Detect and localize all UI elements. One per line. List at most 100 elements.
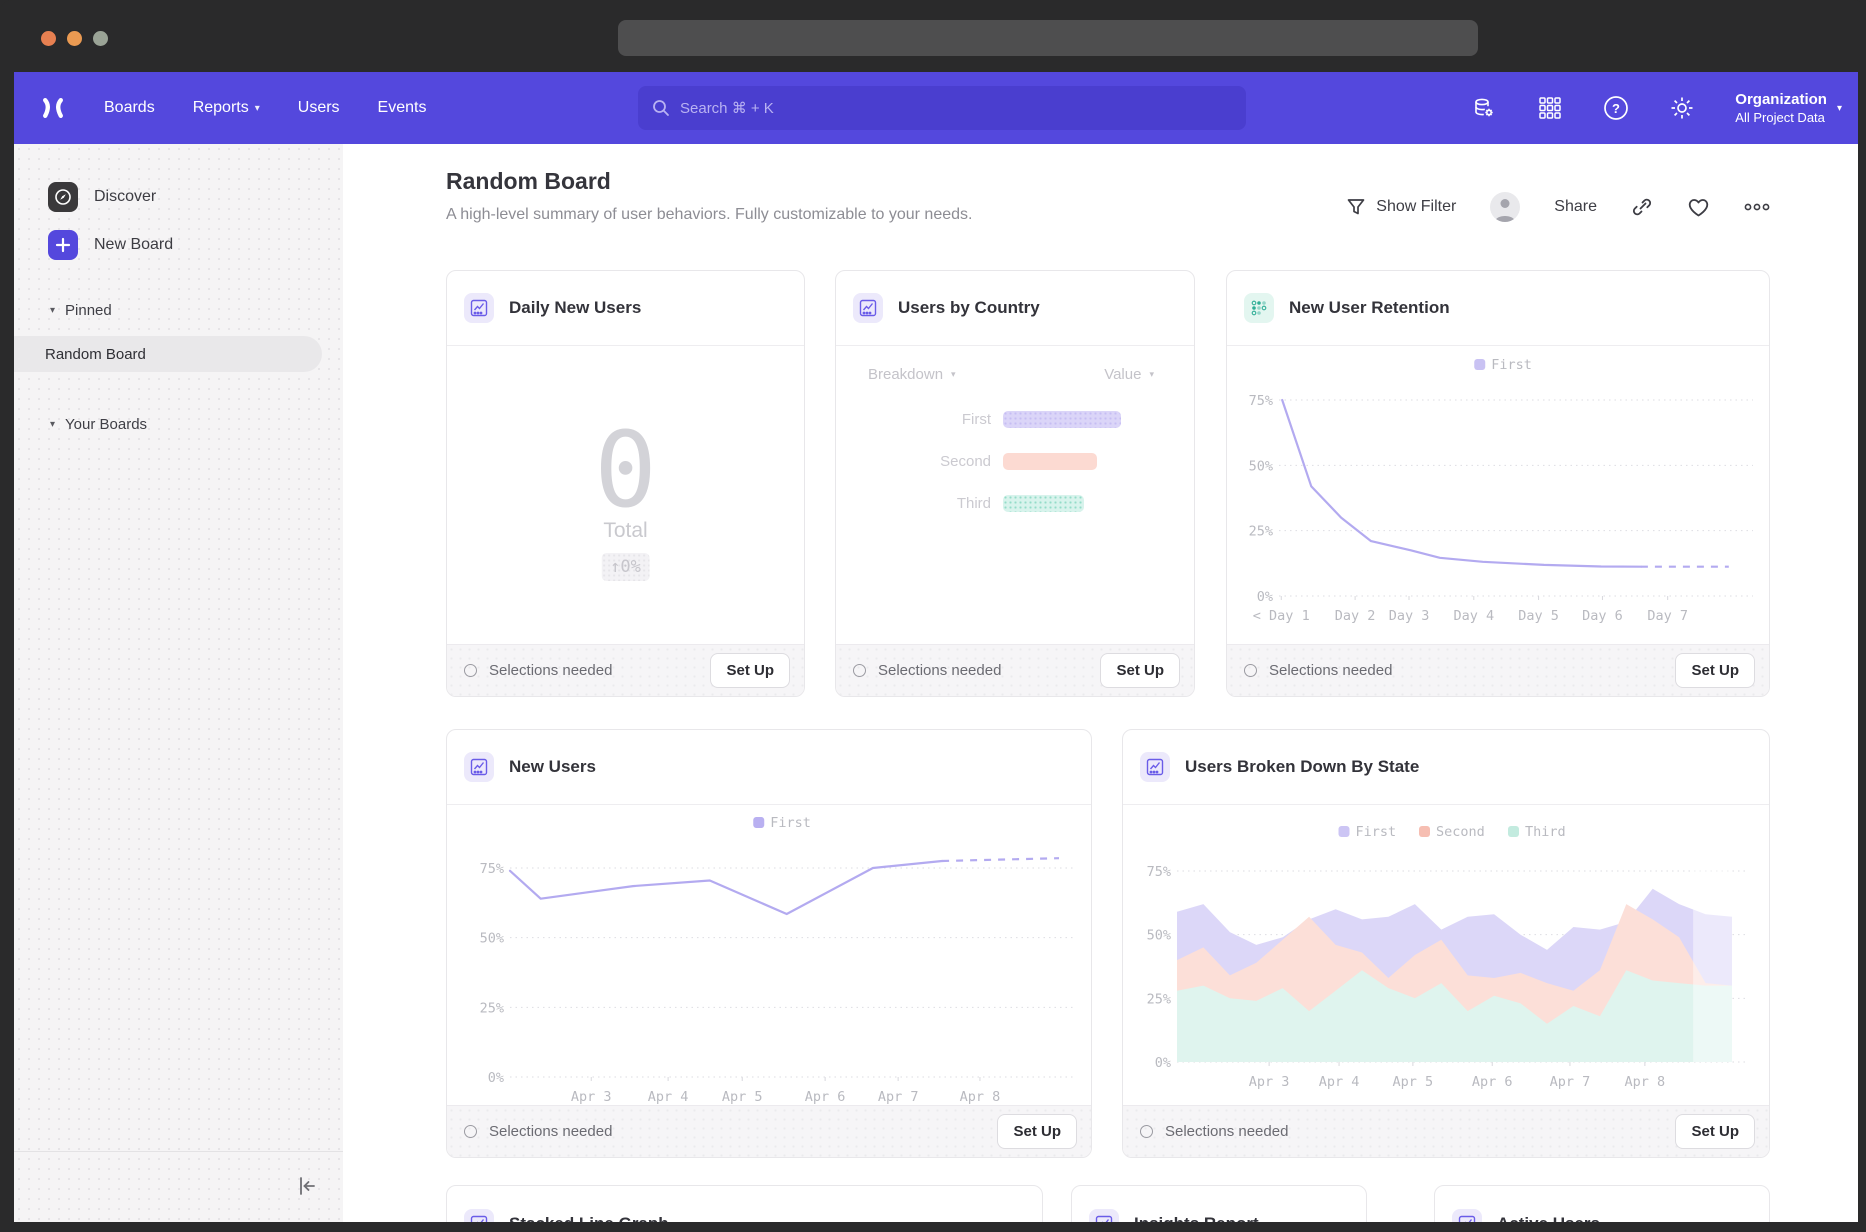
- heart-icon: [1687, 197, 1710, 218]
- copy-link-button[interactable]: [1631, 196, 1653, 218]
- metric-label: Total: [447, 519, 804, 543]
- svg-text:Apr 7: Apr 7: [878, 1089, 919, 1105]
- line-chart-icon: [853, 293, 883, 323]
- top-navbar: Boards Reports▾ Users Events Search ⌘ + …: [14, 72, 1858, 144]
- breakdown-row-label: First: [836, 411, 991, 428]
- svg-text:First: First: [1491, 357, 1532, 373]
- svg-text:75%: 75%: [1249, 393, 1273, 409]
- sidebar-item-discover[interactable]: Discover: [48, 182, 156, 212]
- svg-text:Apr 3: Apr 3: [571, 1089, 612, 1105]
- chevron-down-icon: ▾: [255, 103, 260, 114]
- sidebar-item-new-board[interactable]: New Board: [48, 230, 173, 260]
- browser-url-bar[interactable]: [618, 20, 1478, 56]
- nav-link-label: Users: [298, 99, 340, 117]
- set-up-button[interactable]: Set Up: [1675, 653, 1755, 688]
- svg-text:50%: 50%: [1147, 928, 1171, 944]
- svg-text:Third: Third: [1525, 824, 1566, 840]
- search-input[interactable]: Search ⌘ + K: [638, 86, 1246, 130]
- organization-switcher[interactable]: Organization All Project Data ▾: [1735, 91, 1842, 125]
- svg-text:Apr 4: Apr 4: [1319, 1074, 1360, 1090]
- svg-text:25%: 25%: [1249, 524, 1273, 540]
- set-up-button[interactable]: Set Up: [997, 1114, 1077, 1149]
- metric-value: 0: [447, 409, 804, 531]
- sidebar-section-pinned[interactable]: ▾ Pinned: [50, 302, 112, 319]
- svg-text:Apr 8: Apr 8: [1625, 1074, 1666, 1090]
- svg-text:25%: 25%: [480, 1000, 504, 1016]
- settings-gear-icon[interactable]: [1669, 95, 1695, 121]
- nav-link-label: Boards: [104, 99, 155, 117]
- card-active-users: Active Users: [1434, 1185, 1770, 1222]
- card-title: New User Retention: [1289, 298, 1450, 318]
- sidebar-item-label: New Board: [94, 236, 173, 254]
- organization-scope: All Project Data: [1735, 110, 1827, 125]
- svg-text:25%: 25%: [1147, 991, 1171, 1007]
- favorite-button[interactable]: [1687, 197, 1710, 218]
- status-text: Selections needed: [489, 1123, 985, 1140]
- sidebar-section-label: Pinned: [65, 302, 112, 319]
- sidebar-item-random-board[interactable]: Random Board: [14, 336, 322, 372]
- status-circle-icon: [464, 664, 477, 677]
- breakdown-row-label: Third: [836, 495, 991, 512]
- card-new-users: New Users 75%50%25%0%Apr 3Apr 4Apr 5Apr …: [446, 729, 1092, 1158]
- nav-link-reports[interactable]: Reports▾: [193, 99, 260, 117]
- line-chart-icon: [1452, 1209, 1482, 1223]
- apps-grid-icon[interactable]: [1537, 95, 1563, 121]
- breakdown-row: Third: [836, 495, 1084, 512]
- card-daily-new-users: Daily New Users 0 Total ↑0% Selections n…: [446, 270, 805, 697]
- board-main: Random Board A high-level summary of use…: [343, 144, 1858, 1222]
- breakdown-dropdown[interactable]: Breakdown ▾: [868, 366, 956, 383]
- sidebar-collapse-button[interactable]: [293, 1172, 321, 1200]
- card-title: Users Broken Down By State: [1185, 757, 1419, 777]
- compass-icon: [48, 182, 78, 212]
- organization-name: Organization: [1735, 91, 1827, 108]
- window-zoom-button[interactable]: [93, 31, 108, 46]
- breakdown-row: Second: [836, 453, 1097, 470]
- breakdown-bar: [1003, 453, 1097, 470]
- svg-text:Apr 5: Apr 5: [1393, 1074, 1434, 1090]
- status-circle-icon: [464, 1125, 477, 1138]
- svg-text:First: First: [770, 815, 811, 831]
- breakdown-row-label: Second: [836, 453, 991, 470]
- status-text: Selections needed: [1269, 662, 1663, 679]
- svg-text:Apr 6: Apr 6: [805, 1089, 846, 1105]
- nav-link-users[interactable]: Users: [298, 99, 340, 117]
- card-stacked-line-graph: Stacked Line Graph: [446, 1185, 1043, 1222]
- breakdown-bar: [1003, 411, 1121, 428]
- nav-link-boards[interactable]: Boards: [104, 99, 155, 117]
- set-up-button[interactable]: Set Up: [710, 653, 790, 688]
- svg-text:75%: 75%: [480, 861, 504, 877]
- help-icon[interactable]: ?: [1603, 95, 1629, 121]
- state-area-chart: 75%50%25%0%Apr 3Apr 4Apr 5Apr 6Apr 7Apr …: [1123, 805, 1769, 1107]
- line-chart-icon: [464, 293, 494, 323]
- nav-link-events[interactable]: Events: [378, 99, 427, 117]
- dropdown-label: Value: [1104, 366, 1141, 383]
- card-title: Users by Country: [898, 298, 1040, 318]
- status-circle-icon: [853, 664, 866, 677]
- set-up-button[interactable]: Set Up: [1100, 653, 1180, 688]
- retention-grid-icon: [1244, 293, 1274, 323]
- card-insights-report: Insights Report: [1071, 1185, 1367, 1222]
- share-button[interactable]: Share: [1554, 198, 1597, 216]
- breakdown-row: First: [836, 411, 1121, 428]
- svg-text:0%: 0%: [1257, 589, 1273, 605]
- show-filter-button[interactable]: Show Filter: [1346, 197, 1456, 217]
- svg-text:Apr 4: Apr 4: [648, 1089, 689, 1105]
- data-management-icon[interactable]: [1471, 95, 1497, 121]
- status-circle-icon: [1244, 664, 1257, 677]
- svg-text:Day 7: Day 7: [1647, 608, 1688, 624]
- svg-text:50%: 50%: [480, 931, 504, 947]
- svg-text:Day 5: Day 5: [1518, 608, 1559, 624]
- set-up-button[interactable]: Set Up: [1675, 1114, 1755, 1149]
- chevron-down-icon: ▾: [951, 369, 956, 380]
- status-circle-icon: [1140, 1125, 1153, 1138]
- mixpanel-logo[interactable]: [40, 95, 66, 121]
- more-options-button[interactable]: [1744, 203, 1770, 211]
- sidebar-section-your-boards[interactable]: ▾ Your Boards: [50, 416, 147, 433]
- search-placeholder: Search ⌘ + K: [680, 99, 774, 117]
- window-close-button[interactable]: [41, 31, 56, 46]
- share-label: Share: [1554, 198, 1597, 216]
- value-dropdown[interactable]: Value ▾: [1104, 366, 1154, 383]
- svg-text:Apr 6: Apr 6: [1472, 1074, 1513, 1090]
- window-minimize-button[interactable]: [67, 31, 82, 46]
- avatar[interactable]: [1490, 192, 1520, 222]
